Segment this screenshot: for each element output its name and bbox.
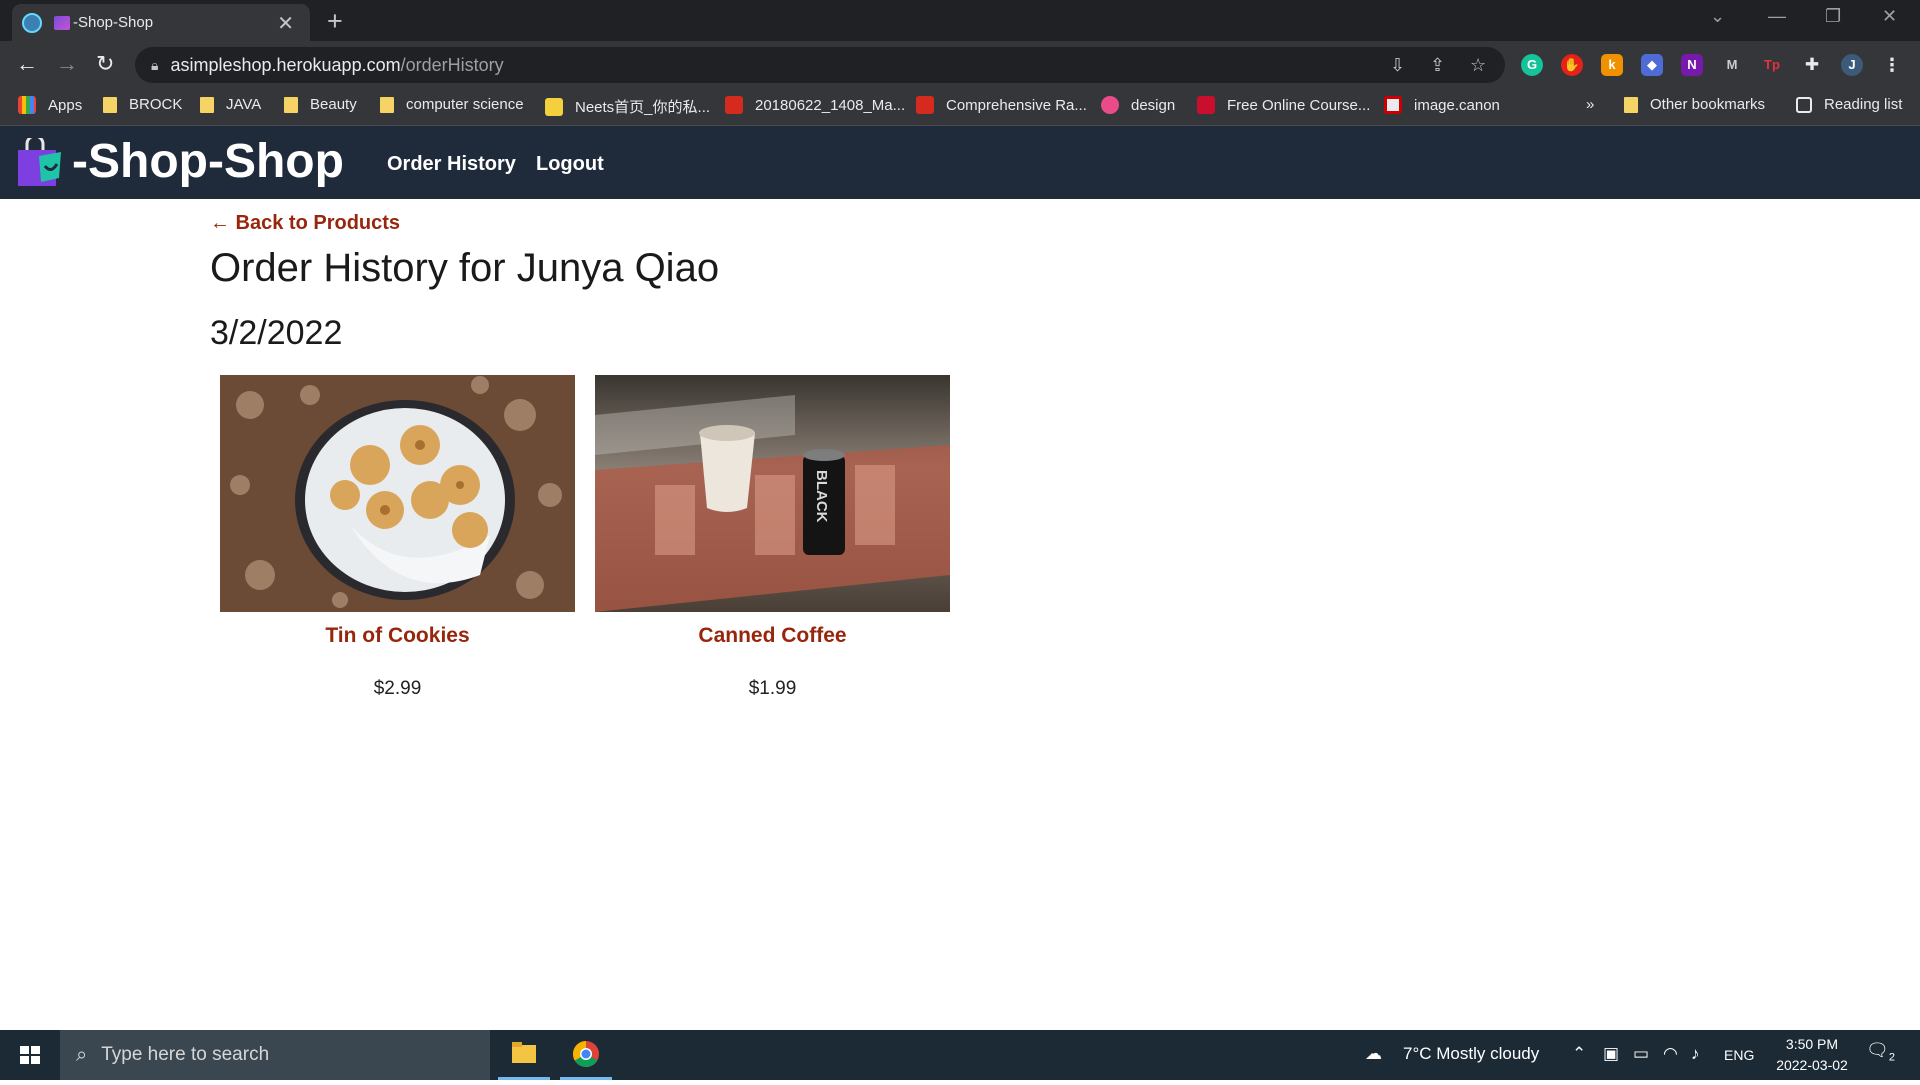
product-price: $1.99 xyxy=(748,678,797,699)
site-title[interactable]: -Shop-Shop xyxy=(72,134,344,189)
browser-menu-icon[interactable]: ⋮ xyxy=(1881,54,1903,76)
url-path: /orderHistory xyxy=(400,54,504,75)
shop-logo-icon xyxy=(54,15,70,30)
m-extension-icon[interactable]: M xyxy=(1721,54,1743,76)
site-header: -Shop-Shop Order History Logout xyxy=(0,126,1920,199)
maple-leaf-icon xyxy=(725,96,743,114)
url-host: asimpleshop.herokuapp.com xyxy=(170,54,401,75)
browser-tab-strip: -Shop-Shop ✕ + ⌄ — ❐ ✕ xyxy=(0,0,1920,41)
address-bar[interactable]: 🔒︎ asimpleshop.herokuapp.com /orderHisto… xyxy=(135,47,1505,83)
language-indicator[interactable]: ENG xyxy=(1724,1047,1754,1063)
new-tab-button[interactable]: + xyxy=(327,6,343,37)
restore-button[interactable]: ❐ xyxy=(1825,6,1841,27)
battery-icon[interactable]: ▭ xyxy=(1633,1044,1649,1064)
nav-logout[interactable]: Logout xyxy=(536,153,604,176)
meet-now-icon[interactable]: ▣ xyxy=(1603,1044,1619,1064)
minimize-button[interactable]: — xyxy=(1768,6,1786,27)
wifi-icon[interactable]: ◠ xyxy=(1663,1044,1678,1064)
weather-status[interactable]: 7°C Mostly cloudy xyxy=(1403,1044,1539,1064)
windows-start-icon[interactable] xyxy=(0,1030,60,1080)
bookmark-link[interactable]: Comprehensive Ra... xyxy=(916,96,1087,114)
folder-icon xyxy=(380,96,394,113)
bookmark-link[interactable]: design xyxy=(1101,96,1175,114)
bookmark-folder[interactable]: JAVA xyxy=(200,96,261,113)
notification-count: 2 xyxy=(1888,1051,1895,1064)
share-icon[interactable]: ⇪ xyxy=(1430,55,1445,76)
lock-icon[interactable]: 🔒︎ xyxy=(151,57,158,74)
order-date: 3/2/2022 xyxy=(210,314,343,352)
bookmarks-overflow-button[interactable]: » xyxy=(1586,96,1594,113)
bookmark-folder[interactable]: BROCK xyxy=(103,96,182,113)
search-icon: ⌕ xyxy=(76,1043,88,1066)
taskbar-clock[interactable]: 3:50 PM 2022-03-02 xyxy=(1766,1034,1858,1076)
close-tab-icon[interactable]: ✕ xyxy=(277,11,294,36)
close-window-button[interactable]: ✕ xyxy=(1882,6,1897,27)
apps-grid-icon xyxy=(18,96,36,114)
onenote-extension-icon[interactable]: N xyxy=(1681,54,1703,76)
clock-time: 3:50 PM xyxy=(1785,1036,1839,1052)
reload-icon[interactable]: ↻ xyxy=(96,51,114,77)
chrome-icon xyxy=(572,1040,599,1068)
folder-icon xyxy=(103,96,117,113)
bookmark-star-icon[interactable]: ☆ xyxy=(1470,55,1486,76)
browser-tab[interactable]: -Shop-Shop ✕ xyxy=(12,4,310,41)
tp-extension-icon[interactable]: Tp xyxy=(1761,54,1783,76)
bookmark-link[interactable]: Neets首页_你的私... xyxy=(545,96,710,117)
tab-title: -Shop-Shop xyxy=(73,14,154,31)
tab-search-icon[interactable]: ⌄ xyxy=(1710,6,1725,27)
keepa-extension-icon[interactable]: k xyxy=(1601,54,1623,76)
back-to-products-link[interactable]: ← Back to Products xyxy=(210,212,400,235)
canon-icon xyxy=(1384,96,1402,114)
chrome-taskbar-button[interactable] xyxy=(560,1030,612,1080)
bookmark-link[interactable]: Free Online Course... xyxy=(1197,96,1370,114)
bookmark-folder[interactable]: computer science xyxy=(380,96,524,113)
dribbble-icon xyxy=(1101,96,1119,114)
product-card: Tin of Cookies $2.99 xyxy=(220,375,575,700)
browser-toolbar: ← → ↻ 🔒︎ asimpleshop.herokuapp.com /orde… xyxy=(0,41,1920,89)
bookmark-other[interactable]: Other bookmarks xyxy=(1624,96,1765,113)
install-icon[interactable]: ⇩ xyxy=(1390,55,1405,76)
folder-icon xyxy=(284,96,298,113)
folder-icon xyxy=(1624,96,1638,113)
bookmarks-bar: Apps BROCK JAVA Beauty computer science … xyxy=(0,89,1920,126)
product-price: $2.99 xyxy=(373,678,422,699)
bookmark-link[interactable]: 20180622_1408_Ma... xyxy=(725,96,905,114)
course-icon xyxy=(1197,96,1215,114)
reading-list-button[interactable]: Reading list xyxy=(1796,96,1902,113)
windows-taskbar: ⌕ Type here to search ☁ 7°C Mostly cloud… xyxy=(0,1030,1920,1080)
product-card: BLACK Canned Coffee $1.99 xyxy=(595,375,950,700)
volume-icon[interactable]: ♪ xyxy=(1691,1044,1700,1064)
folder-icon xyxy=(200,96,214,113)
folder-icon xyxy=(512,1042,536,1063)
cookie-tin-photo[interactable] xyxy=(220,375,575,612)
product-name[interactable]: Tin of Cookies xyxy=(220,624,575,648)
shopping-bag-logo-icon[interactable] xyxy=(15,138,65,188)
neets-icon xyxy=(545,97,563,116)
clock-date: 2022-03-02 xyxy=(1776,1057,1848,1073)
svg-text:BLACK: BLACK xyxy=(813,470,830,523)
grammarly-extension-icon[interactable]: G xyxy=(1521,54,1543,76)
react-favicon-icon xyxy=(22,12,42,33)
back-arrow-icon[interactable]: ← xyxy=(16,51,38,77)
file-explorer-taskbar-button[interactable] xyxy=(498,1030,550,1080)
extensions-puzzle-icon[interactable]: ✚ xyxy=(1801,54,1823,76)
bookmark-apps[interactable]: Apps xyxy=(18,96,82,114)
notification-center-icon[interactable]: 🗨︎2 xyxy=(1866,1040,1895,1064)
nav-order-history[interactable]: Order History xyxy=(387,153,516,176)
reading-list-icon xyxy=(1796,96,1812,113)
translate-extension-icon[interactable]: ◆ xyxy=(1641,54,1663,76)
coffee-can-photo[interactable]: BLACK xyxy=(595,375,950,612)
adblock-extension-icon[interactable]: ✋ xyxy=(1561,54,1583,76)
taskbar-search-input[interactable]: ⌕ Type here to search xyxy=(60,1030,490,1080)
profile-avatar[interactable]: J xyxy=(1841,54,1863,76)
product-name[interactable]: Canned Coffee xyxy=(595,624,950,648)
bookmark-folder[interactable]: Beauty xyxy=(284,96,357,113)
weather-cloud-icon[interactable]: ☁ xyxy=(1365,1044,1382,1064)
forward-arrow-icon[interactable]: → xyxy=(56,51,78,77)
bookmark-link[interactable]: image.canon xyxy=(1384,96,1500,114)
maple-leaf-icon xyxy=(916,96,934,114)
page-title: Order History for Junya Qiao xyxy=(210,246,720,290)
tray-chevron-icon[interactable]: ⌃ xyxy=(1572,1044,1586,1064)
